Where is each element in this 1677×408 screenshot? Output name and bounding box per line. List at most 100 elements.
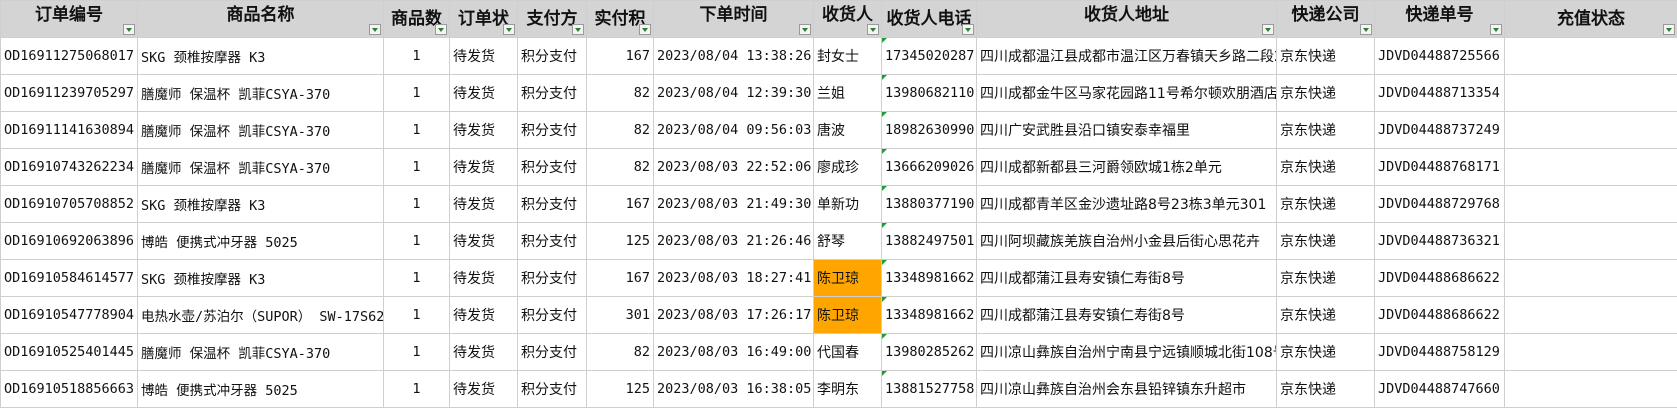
filter-dropdown-icon[interactable] (435, 24, 447, 35)
cell-product[interactable]: 膳魔师 保温杯 凯菲CSYA-370 (137, 148, 384, 186)
cell-payment-method[interactable]: 积分支付 (517, 148, 587, 186)
header-points-paid[interactable]: 实付积分 (586, 0, 654, 38)
cell-recipient-address[interactable]: 四川凉山彝族自治州宁南县宁远镇顺城北街108号 (976, 333, 1277, 371)
cell-recipient-address[interactable]: 四川成都青羊区金沙遗址路8号23栋3单元301 (976, 185, 1277, 223)
cell-order-time[interactable]: 2023/08/03 21:49:30 (653, 185, 814, 223)
cell-recharge-status[interactable] (1504, 111, 1677, 149)
cell-recipient[interactable]: 廖成珍 (813, 148, 882, 186)
cell-recharge-status[interactable] (1504, 222, 1677, 260)
cell-recipient[interactable]: 陈卫琼 (813, 259, 882, 297)
filter-dropdown-icon[interactable] (1360, 24, 1372, 35)
cell-courier[interactable]: 京东快递 (1276, 259, 1375, 297)
cell-payment-method[interactable]: 积分支付 (517, 185, 587, 223)
cell-order-id[interactable]: OD16911239705297 (0, 74, 138, 112)
cell-courier[interactable]: 京东快递 (1276, 296, 1375, 334)
cell-recipient-address[interactable]: 四川成都新都县三河爵领欧城1栋2单元 (976, 148, 1277, 186)
cell-recharge-status[interactable] (1504, 74, 1677, 112)
cell-tracking-number[interactable]: JDVD04488737249 (1374, 111, 1505, 149)
cell-order-status[interactable]: 待发货 (449, 296, 518, 334)
filter-dropdown-icon[interactable] (639, 24, 651, 35)
spreadsheet-grid[interactable]: 订单编号 商品名称 商品数量 订单状态 支付方式 实付积分 下单时间 收货人 收… (0, 0, 1677, 408)
header-recipient-address[interactable]: 收货人地址 (976, 0, 1277, 38)
cell-quantity[interactable]: 1 (383, 296, 450, 334)
filter-dropdown-icon[interactable] (799, 24, 811, 35)
cell-payment-method[interactable]: 积分支付 (517, 222, 587, 260)
cell-recipient-address[interactable]: 四川成都金牛区马家花园路11号希尔顿欢朋酒店 (976, 74, 1277, 112)
cell-product[interactable]: 博皓 便携式冲牙器 5025 (137, 222, 384, 260)
cell-recharge-status[interactable] (1504, 333, 1677, 371)
cell-recipient-phone[interactable]: 13980682110 (881, 74, 977, 112)
cell-order-status[interactable]: 待发货 (449, 370, 518, 408)
cell-points-paid[interactable]: 82 (586, 148, 654, 186)
cell-order-id[interactable]: OD16910525401445 (0, 333, 138, 371)
cell-quantity[interactable]: 1 (383, 222, 450, 260)
header-recipient-phone[interactable]: 收货人电话 (881, 0, 977, 38)
filter-dropdown-icon[interactable] (503, 24, 515, 35)
cell-courier[interactable]: 京东快递 (1276, 74, 1375, 112)
cell-order-status[interactable]: 待发货 (449, 333, 518, 371)
cell-order-time[interactable]: 2023/08/03 18:27:41 (653, 259, 814, 297)
cell-product[interactable]: 博皓 便携式冲牙器 5025 (137, 370, 384, 408)
cell-order-time[interactable]: 2023/08/04 13:38:26 (653, 37, 814, 75)
filter-dropdown-icon[interactable] (1663, 24, 1675, 35)
cell-recipient[interactable]: 单新功 (813, 185, 882, 223)
cell-payment-method[interactable]: 积分支付 (517, 370, 587, 408)
cell-recipient-phone[interactable]: 13348981662 (881, 296, 977, 334)
cell-recipient-phone[interactable]: 13348981662 (881, 259, 977, 297)
cell-tracking-number[interactable]: JDVD04488768171 (1374, 148, 1505, 186)
cell-product[interactable]: 电热水壶/苏泊尔（SUPOR） SW-17S62A (137, 296, 384, 334)
cell-points-paid[interactable]: 82 (586, 111, 654, 149)
cell-order-id[interactable]: OD16910518856663 (0, 370, 138, 408)
cell-quantity[interactable]: 1 (383, 111, 450, 149)
filter-dropdown-icon[interactable] (962, 24, 974, 35)
cell-recipient-address[interactable]: 四川阿坝藏族羌族自治州小金县后街心思花卉 (976, 222, 1277, 260)
cell-quantity[interactable]: 1 (383, 333, 450, 371)
cell-recipient-phone[interactable]: 13666209026 (881, 148, 977, 186)
cell-recipient-address[interactable]: 四川成都蒲江县寿安镇仁寿街8号 (976, 296, 1277, 334)
cell-order-id[interactable]: OD16910705708852 (0, 185, 138, 223)
header-tracking-number[interactable]: 快递单号 (1374, 0, 1505, 38)
cell-order-id[interactable]: OD16910692063896 (0, 222, 138, 260)
cell-recipient-phone[interactable]: 18982630990 (881, 111, 977, 149)
cell-order-status[interactable]: 待发货 (449, 222, 518, 260)
cell-payment-method[interactable]: 积分支付 (517, 296, 587, 334)
cell-recipient[interactable]: 陈卫琼 (813, 296, 882, 334)
cell-points-paid[interactable]: 301 (586, 296, 654, 334)
cell-payment-method[interactable]: 积分支付 (517, 259, 587, 297)
cell-order-status[interactable]: 待发货 (449, 37, 518, 75)
cell-recipient-address[interactable]: 四川成都温江县成都市温江区万春镇天乡路二段2 (976, 37, 1277, 75)
cell-order-status[interactable]: 待发货 (449, 74, 518, 112)
cell-order-time[interactable]: 2023/08/03 17:26:17 (653, 296, 814, 334)
cell-order-id[interactable]: OD16910743262234 (0, 148, 138, 186)
cell-tracking-number[interactable]: JDVD04488713354 (1374, 74, 1505, 112)
cell-order-time[interactable]: 2023/08/03 16:38:05 (653, 370, 814, 408)
cell-recharge-status[interactable] (1504, 37, 1677, 75)
cell-courier[interactable]: 京东快递 (1276, 37, 1375, 75)
header-quantity[interactable]: 商品数量 (383, 0, 450, 38)
cell-courier[interactable]: 京东快递 (1276, 111, 1375, 149)
cell-recipient[interactable]: 代国春 (813, 333, 882, 371)
cell-tracking-number[interactable]: JDVD04488758129 (1374, 333, 1505, 371)
cell-courier[interactable]: 京东快递 (1276, 185, 1375, 223)
header-courier[interactable]: 快递公司 (1276, 0, 1375, 38)
cell-order-time[interactable]: 2023/08/03 16:49:00 (653, 333, 814, 371)
filter-dropdown-icon[interactable] (1262, 24, 1274, 35)
cell-recharge-status[interactable] (1504, 148, 1677, 186)
cell-recipient-phone[interactable]: 13881527758 (881, 370, 977, 408)
header-order-status[interactable]: 订单状态 (449, 0, 518, 38)
cell-order-status[interactable]: 待发货 (449, 185, 518, 223)
cell-order-status[interactable]: 待发货 (449, 111, 518, 149)
cell-quantity[interactable]: 1 (383, 370, 450, 408)
cell-order-time[interactable]: 2023/08/03 22:52:06 (653, 148, 814, 186)
cell-recipient[interactable]: 舒琴 (813, 222, 882, 260)
cell-payment-method[interactable]: 积分支付 (517, 74, 587, 112)
header-recipient[interactable]: 收货人 (813, 0, 882, 38)
filter-dropdown-icon[interactable] (1490, 24, 1502, 35)
cell-tracking-number[interactable]: JDVD04488686622 (1374, 259, 1505, 297)
cell-recipient[interactable]: 唐波 (813, 111, 882, 149)
cell-points-paid[interactable]: 167 (586, 259, 654, 297)
cell-payment-method[interactable]: 积分支付 (517, 111, 587, 149)
cell-product[interactable]: SKG 颈椎按摩器 K3 (137, 259, 384, 297)
cell-points-paid[interactable]: 167 (586, 185, 654, 223)
cell-order-status[interactable]: 待发货 (449, 259, 518, 297)
